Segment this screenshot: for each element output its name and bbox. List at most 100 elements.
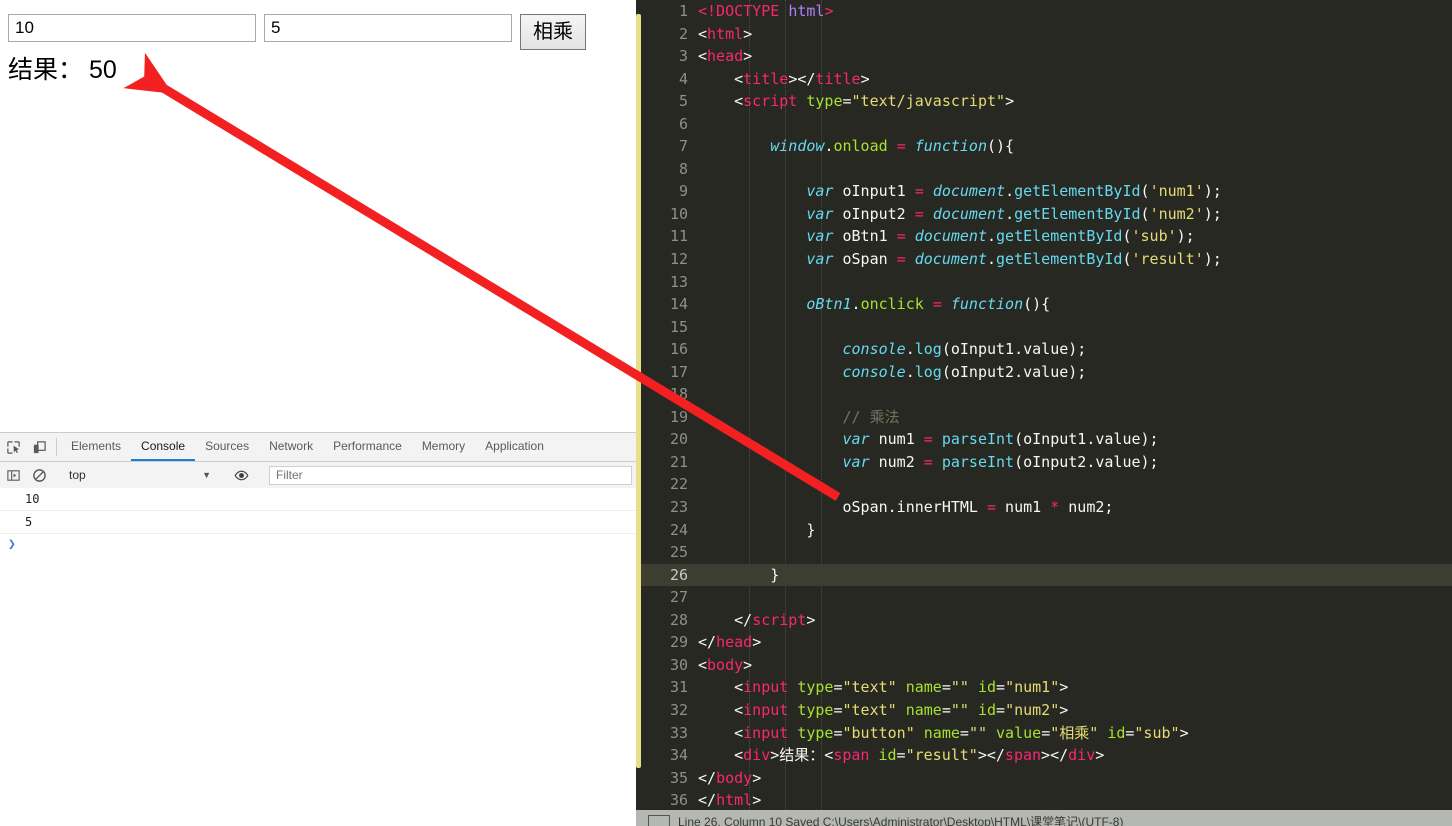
code-text: console.log(oInput1.value); <box>698 338 1087 361</box>
token-prop: parseInt <box>941 430 1015 449</box>
number2-input[interactable] <box>264 14 512 42</box>
device-toolbar-icon[interactable] <box>26 433 52 461</box>
console-prompt[interactable]: ❯ <box>0 534 636 556</box>
code-line[interactable]: 31 <input type="text" name="" id="num1"> <box>641 676 1452 699</box>
multiply-button[interactable]: 相乘 <box>520 14 586 50</box>
code-line[interactable]: 24 } <box>641 519 1452 542</box>
line-number: 14 <box>669 295 688 314</box>
code-text: var oBtn1 = document.getElementById('sub… <box>698 225 1194 248</box>
token-tag: html <box>707 24 744 43</box>
line-number: 19 <box>669 407 688 426</box>
code-line[interactable]: 27 <box>641 586 1452 609</box>
token-punct: ></ <box>788 69 816 88</box>
token-obj: document <box>932 204 1006 223</box>
code-text: window.onload = function(){ <box>698 135 1014 158</box>
token-tag: span <box>833 746 870 765</box>
token-punct: </ <box>734 610 753 629</box>
token-punct: = <box>833 678 843 697</box>
code-line[interactable]: 30 <body> <box>641 654 1452 677</box>
code-line[interactable]: 1 <!DOCTYPE html> <box>641 0 1452 23</box>
code-line[interactable]: 8 <box>641 158 1452 181</box>
code-line[interactable]: 22 <box>641 473 1452 496</box>
token-str: 'num2' <box>1149 204 1204 223</box>
editor-lines: 1 <!DOCTYPE html> 2 <html> 3 <head> 4 <title><… <box>641 0 1452 810</box>
code-line[interactable]: 5 <script type="text/javascript"> <box>641 90 1452 113</box>
code-line[interactable]: 9 var oInput1 = document.getElementById(… <box>641 180 1452 203</box>
token-punct: < <box>734 69 744 88</box>
code-line[interactable]: 36 </html> <box>641 789 1452 810</box>
token-punct: < <box>698 655 708 674</box>
code-text: } <box>698 564 779 587</box>
code-line[interactable]: 18 <box>641 383 1452 406</box>
tab-network[interactable]: Network <box>259 433 323 461</box>
token-obj: document <box>914 227 987 246</box>
code-line[interactable]: 29 </head> <box>641 631 1452 654</box>
code-line[interactable]: 20 var num1 = parseInt(oInput1.value); <box>641 428 1452 451</box>
token-op: = <box>914 204 924 223</box>
token-tag: title <box>815 69 861 88</box>
token-str: 'result' <box>1131 250 1204 269</box>
code-line[interactable]: 35 </body> <box>641 767 1452 790</box>
code-text: </body> <box>698 767 761 790</box>
tab-sources[interactable]: Sources <box>195 433 259 461</box>
console-filter-input[interactable] <box>269 465 632 485</box>
code-line[interactable]: 12 var oSpan = document.getElementById('… <box>641 248 1452 271</box>
line-number: 35 <box>669 768 688 787</box>
code-line[interactable]: 16 console.log(oInput1.value); <box>641 338 1452 361</box>
token-kw: var <box>842 452 870 471</box>
token-plain: num2 <box>869 452 924 471</box>
token-punct: > <box>1059 700 1069 719</box>
code-line[interactable]: 17 console.log(oInput2.value); <box>641 361 1452 384</box>
code-line[interactable]: 26 } <box>641 563 1452 587</box>
code-line[interactable]: 10 var oInput2 = document.getElementById… <box>641 203 1452 226</box>
tab-application[interactable]: Application <box>475 433 554 461</box>
code-line[interactable]: 6 <box>641 113 1452 136</box>
code-line[interactable]: 4 <title></title> <box>641 68 1452 91</box>
token-punct: . <box>851 295 861 314</box>
code-line[interactable]: 11 var oBtn1 = document.getElementById('… <box>641 225 1452 248</box>
number1-input[interactable] <box>8 14 256 42</box>
code-line[interactable]: 25 <box>641 541 1452 564</box>
code-line[interactable]: 19 // 乘法 <box>641 406 1452 429</box>
line-number: 1 <box>678 2 688 20</box>
token-tag: body <box>707 655 744 674</box>
code-line[interactable]: 2 <html> <box>641 23 1452 46</box>
code-line[interactable]: 21 var num2 = parseInt(oInput2.value); <box>641 451 1452 474</box>
token-punct: < <box>698 24 708 43</box>
tab-memory[interactable]: Memory <box>412 433 475 461</box>
tab-performance[interactable]: Performance <box>323 433 412 461</box>
code-line[interactable]: 15 <box>641 316 1452 339</box>
token-kw: var <box>842 430 870 449</box>
code-text: <script type="text/javascript"> <box>698 90 1014 113</box>
tab-elements[interactable]: Elements <box>61 433 131 461</box>
token-punct: > <box>1059 678 1069 697</box>
token-punct: < <box>734 746 744 765</box>
clear-console-icon[interactable] <box>26 468 52 483</box>
code-line[interactable]: 13 <box>641 271 1452 294</box>
code-line[interactable]: 23 oSpan.innerHTML = num1 * num2; <box>641 496 1452 519</box>
code-line[interactable]: 7 window.onload = function(){ <box>641 135 1452 158</box>
inspect-element-icon[interactable] <box>0 433 26 461</box>
execution-context-select[interactable]: top ▼ <box>61 465 219 485</box>
code-line[interactable]: 28 </script> <box>641 609 1452 632</box>
code-line[interactable]: 33 <input type="button" name="" value="相… <box>641 722 1452 745</box>
code-line[interactable]: 32 <input type="text" name="" id="num2"> <box>641 699 1452 722</box>
code-line[interactable]: 14 oBtn1.onclick = function(){ <box>641 293 1452 316</box>
live-expression-icon[interactable] <box>228 468 254 483</box>
code-line[interactable]: 34 <div>结果：<span id="result"></span></di… <box>641 744 1452 767</box>
token-punct: < <box>734 678 744 697</box>
code-line[interactable]: 3 <head> <box>641 45 1452 68</box>
devtools-tabbar: Elements Console Sources Network Perform… <box>0 433 636 462</box>
line-number: 25 <box>669 543 688 562</box>
tab-console[interactable]: Console <box>131 433 196 461</box>
code-text: <div>结果：<span id="result"></span></div> <box>698 744 1104 767</box>
line-number: 33 <box>669 723 688 742</box>
console-sidebar-icon[interactable] <box>0 468 26 483</box>
editor-code-area[interactable]: 1 <!DOCTYPE html> 2 <html> 3 <head> 4 <title><… <box>641 0 1452 810</box>
